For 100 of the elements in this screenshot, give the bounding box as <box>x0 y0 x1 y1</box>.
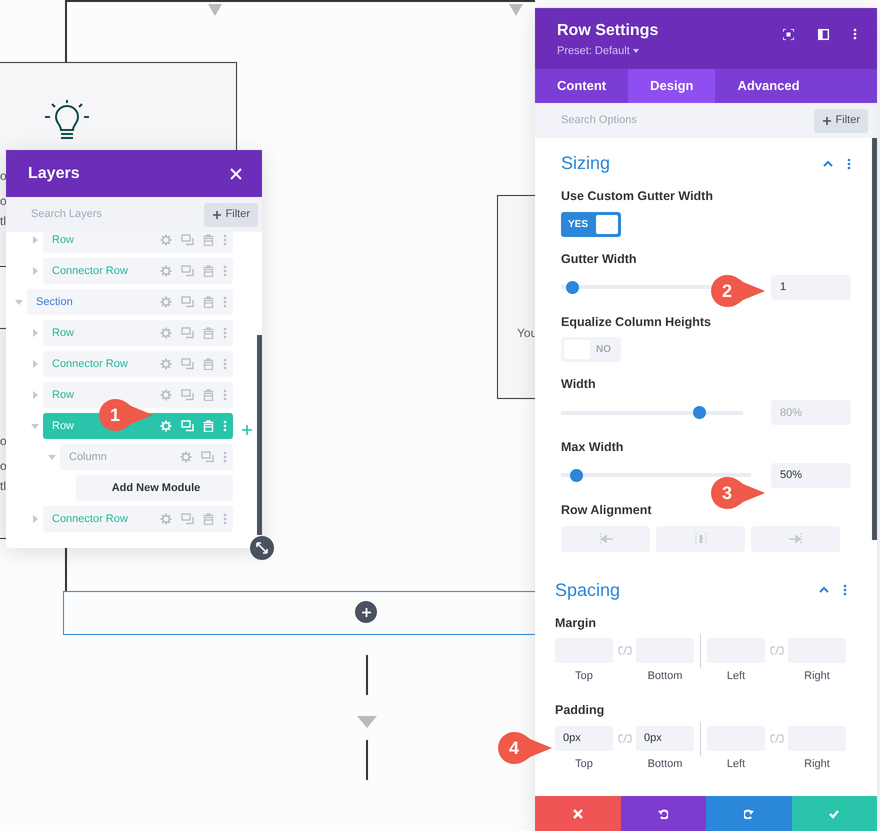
alignment-button[interactable] <box>656 526 745 552</box>
more-icon[interactable] <box>847 158 851 170</box>
slider-thumb[interactable] <box>692 406 706 419</box>
spacing-field[interactable]: 0px <box>555 726 613 750</box>
field-caption: Right <box>804 756 830 772</box>
value-field[interactable]: 80% <box>771 400 851 425</box>
filter-button[interactable]: Filter <box>814 108 868 132</box>
layer-item[interactable]: Add New Module <box>76 475 233 501</box>
tab[interactable]: Design <box>628 69 716 103</box>
duplicate-icon[interactable] <box>181 420 194 432</box>
search-field[interactable]: Search Options <box>535 103 814 138</box>
collapse-arrow-icon[interactable] <box>15 298 23 306</box>
toggle-switch[interactable]: YES <box>561 212 621 237</box>
expand-arrow-icon[interactable] <box>31 267 39 275</box>
trash-icon[interactable] <box>203 327 214 339</box>
slider-thumb[interactable] <box>570 468 583 482</box>
duplicate-icon[interactable] <box>181 234 194 246</box>
collapse-arrow-icon[interactable] <box>31 422 39 430</box>
tab[interactable]: Advanced <box>715 69 822 103</box>
save-button[interactable] <box>792 796 877 831</box>
fullscreen-icon[interactable] <box>783 28 794 40</box>
layer-item[interactable]: Row <box>43 232 233 253</box>
field-label: Row Alignment <box>561 502 653 519</box>
layer-item[interactable]: Section <box>27 289 233 315</box>
gear-icon[interactable] <box>160 389 172 401</box>
layer-item[interactable]: Connector Row <box>43 258 233 284</box>
gear-icon[interactable] <box>160 265 172 277</box>
text-fragment: o <box>0 170 7 182</box>
spacing-field[interactable]: 0px <box>636 726 694 750</box>
preset-dropdown[interactable]: Preset: Default <box>557 43 639 60</box>
duplicate-icon[interactable] <box>181 265 194 277</box>
alignment-button[interactable] <box>561 526 650 552</box>
expand-arrow-icon[interactable] <box>31 515 39 523</box>
layer-item[interactable]: Connector Row <box>43 506 233 532</box>
plus-icon <box>242 424 252 435</box>
more-icon[interactable] <box>843 584 847 596</box>
text-fragment: tl <box>0 480 6 492</box>
align-right-icon <box>788 532 802 544</box>
collapse-arrow-icon[interactable] <box>48 453 56 461</box>
link-icon[interactable] <box>770 734 784 742</box>
trash-icon[interactable] <box>203 513 214 525</box>
arrow-head-icon <box>509 4 523 16</box>
slider-thumb[interactable] <box>566 280 580 294</box>
step-tooltip: 3 <box>710 476 766 510</box>
chevron-up-icon[interactable] <box>819 586 829 594</box>
layer-item[interactable]: Row <box>43 320 233 346</box>
layer-item[interactable]: Connector Row <box>43 351 233 377</box>
gear-icon[interactable] <box>160 296 172 308</box>
field-caption: Right <box>804 669 830 684</box>
duplicate-icon[interactable] <box>181 327 194 339</box>
expand-arrow-icon[interactable] <box>31 391 39 399</box>
trash-icon[interactable] <box>203 389 214 401</box>
gear-icon[interactable] <box>160 234 172 246</box>
align-left-icon <box>598 532 612 544</box>
trash-icon[interactable] <box>203 296 214 308</box>
resize-handle[interactable] <box>250 536 274 560</box>
duplicate-icon[interactable] <box>181 513 194 525</box>
sidebar-layout-icon[interactable] <box>818 28 829 40</box>
gear-icon[interactable] <box>180 451 192 463</box>
add-row-button[interactable] <box>355 601 377 623</box>
layer-item[interactable]: Row <box>43 382 233 408</box>
value-field[interactable]: 50% <box>771 462 851 488</box>
field-label: Use Custom Gutter Width <box>561 188 714 205</box>
field-caption: Left <box>726 669 746 684</box>
duplicate-icon[interactable] <box>181 296 194 308</box>
chevron-up-icon[interactable] <box>823 160 833 167</box>
trash-icon[interactable] <box>203 358 214 370</box>
tab[interactable]: Content <box>535 69 628 103</box>
field-label: Margin <box>555 614 597 632</box>
link-icon[interactable] <box>618 734 632 742</box>
trash-icon[interactable] <box>203 265 214 277</box>
duplicate-icon[interactable] <box>181 389 194 401</box>
more-icon[interactable] <box>853 28 857 40</box>
gear-icon[interactable] <box>160 327 172 339</box>
layer-item[interactable]: Column <box>60 444 233 470</box>
gear-icon[interactable] <box>160 420 172 432</box>
expand-arrow-icon[interactable] <box>31 360 39 368</box>
arrow-head-icon <box>208 4 222 16</box>
link-icon[interactable] <box>770 646 784 656</box>
step-tooltip: 2 <box>710 274 766 308</box>
gear-icon[interactable] <box>160 358 172 370</box>
close-button[interactable] <box>230 168 242 180</box>
duplicate-icon[interactable] <box>201 451 214 463</box>
link-icon[interactable] <box>618 646 632 656</box>
duplicate-icon[interactable] <box>181 358 194 370</box>
expand-arrow-icon[interactable] <box>31 236 39 244</box>
expand-arrow-icon[interactable] <box>31 329 39 337</box>
text-fragment: tl <box>0 215 6 227</box>
discard-button[interactable] <box>535 796 620 831</box>
undo-button[interactable] <box>620 796 706 831</box>
value-field[interactable]: 1 <box>771 274 851 300</box>
section-title: Sizing <box>561 152 610 175</box>
redo-button[interactable] <box>706 796 792 831</box>
gear-icon[interactable] <box>160 513 172 525</box>
field-label: Equalize Column Heights <box>561 314 712 331</box>
search-field[interactable]: Search Layers <box>6 197 204 232</box>
filter-button[interactable]: Filter <box>204 202 258 226</box>
alignment-button[interactable] <box>751 526 840 552</box>
trash-icon[interactable] <box>203 234 214 246</box>
field-caption: Bottom <box>648 669 682 684</box>
